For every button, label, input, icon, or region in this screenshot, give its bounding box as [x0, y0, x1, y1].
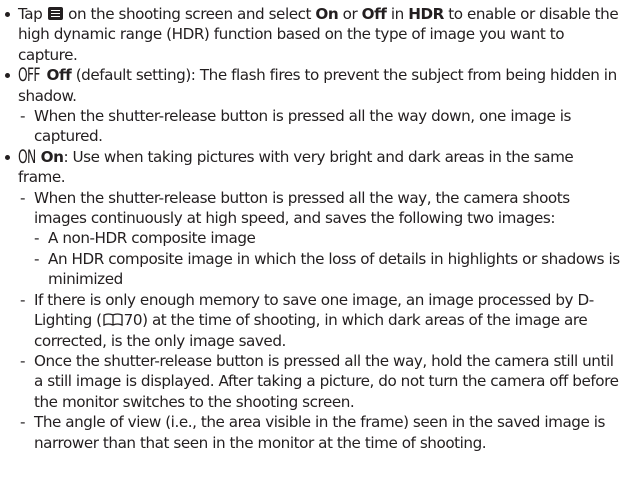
on-sub-item-3: Once the shutter-release button is press…: [0, 351, 623, 412]
intro-text-2: on the shooting screen and select: [68, 5, 312, 23]
off-description: (default setting): The flash fires to pr…: [18, 66, 617, 105]
off-bullet: OFF Off (default setting): The flash fir…: [0, 65, 623, 106]
hdr-on-icon: ON: [18, 145, 36, 168]
on-sub-item-1: When the shutter-release button is press…: [0, 188, 623, 229]
hdr-off-icon: OFF: [18, 64, 40, 87]
page-reference-number[interactable]: 70: [124, 311, 143, 329]
hdr-menu-label: HDR: [408, 5, 444, 23]
page-reference-icon: [103, 313, 123, 327]
on-option-label: On: [315, 5, 339, 23]
intro-text-1: Tap: [18, 5, 43, 23]
intro-in: in: [390, 5, 404, 23]
on-bullet: ON On: Use when taking pictures with ver…: [0, 145, 623, 188]
intro-or: or: [342, 5, 358, 23]
off-label: Off: [46, 66, 72, 85]
manual-page: Tap on the shooting screen and select On…: [0, 0, 631, 495]
on-subsub-item-2: An HDR composite image in which the loss…: [0, 249, 623, 290]
off-sub-item: When the shutter-release button is press…: [0, 106, 623, 147]
on-sub-item-2: If there is only enough memory to save o…: [0, 290, 623, 351]
menu-icon: [47, 7, 63, 20]
on-description: : Use when taking pictures with very bri…: [18, 147, 574, 187]
off-option-label: Off: [361, 5, 387, 23]
on-label: On: [40, 147, 64, 166]
intro-bullet: Tap on the shooting screen and select On…: [0, 4, 623, 65]
on-sub-item-4: The angle of view (i.e., the area visibl…: [0, 412, 623, 453]
on-subsub-item-1: A non-HDR composite image: [0, 228, 623, 249]
